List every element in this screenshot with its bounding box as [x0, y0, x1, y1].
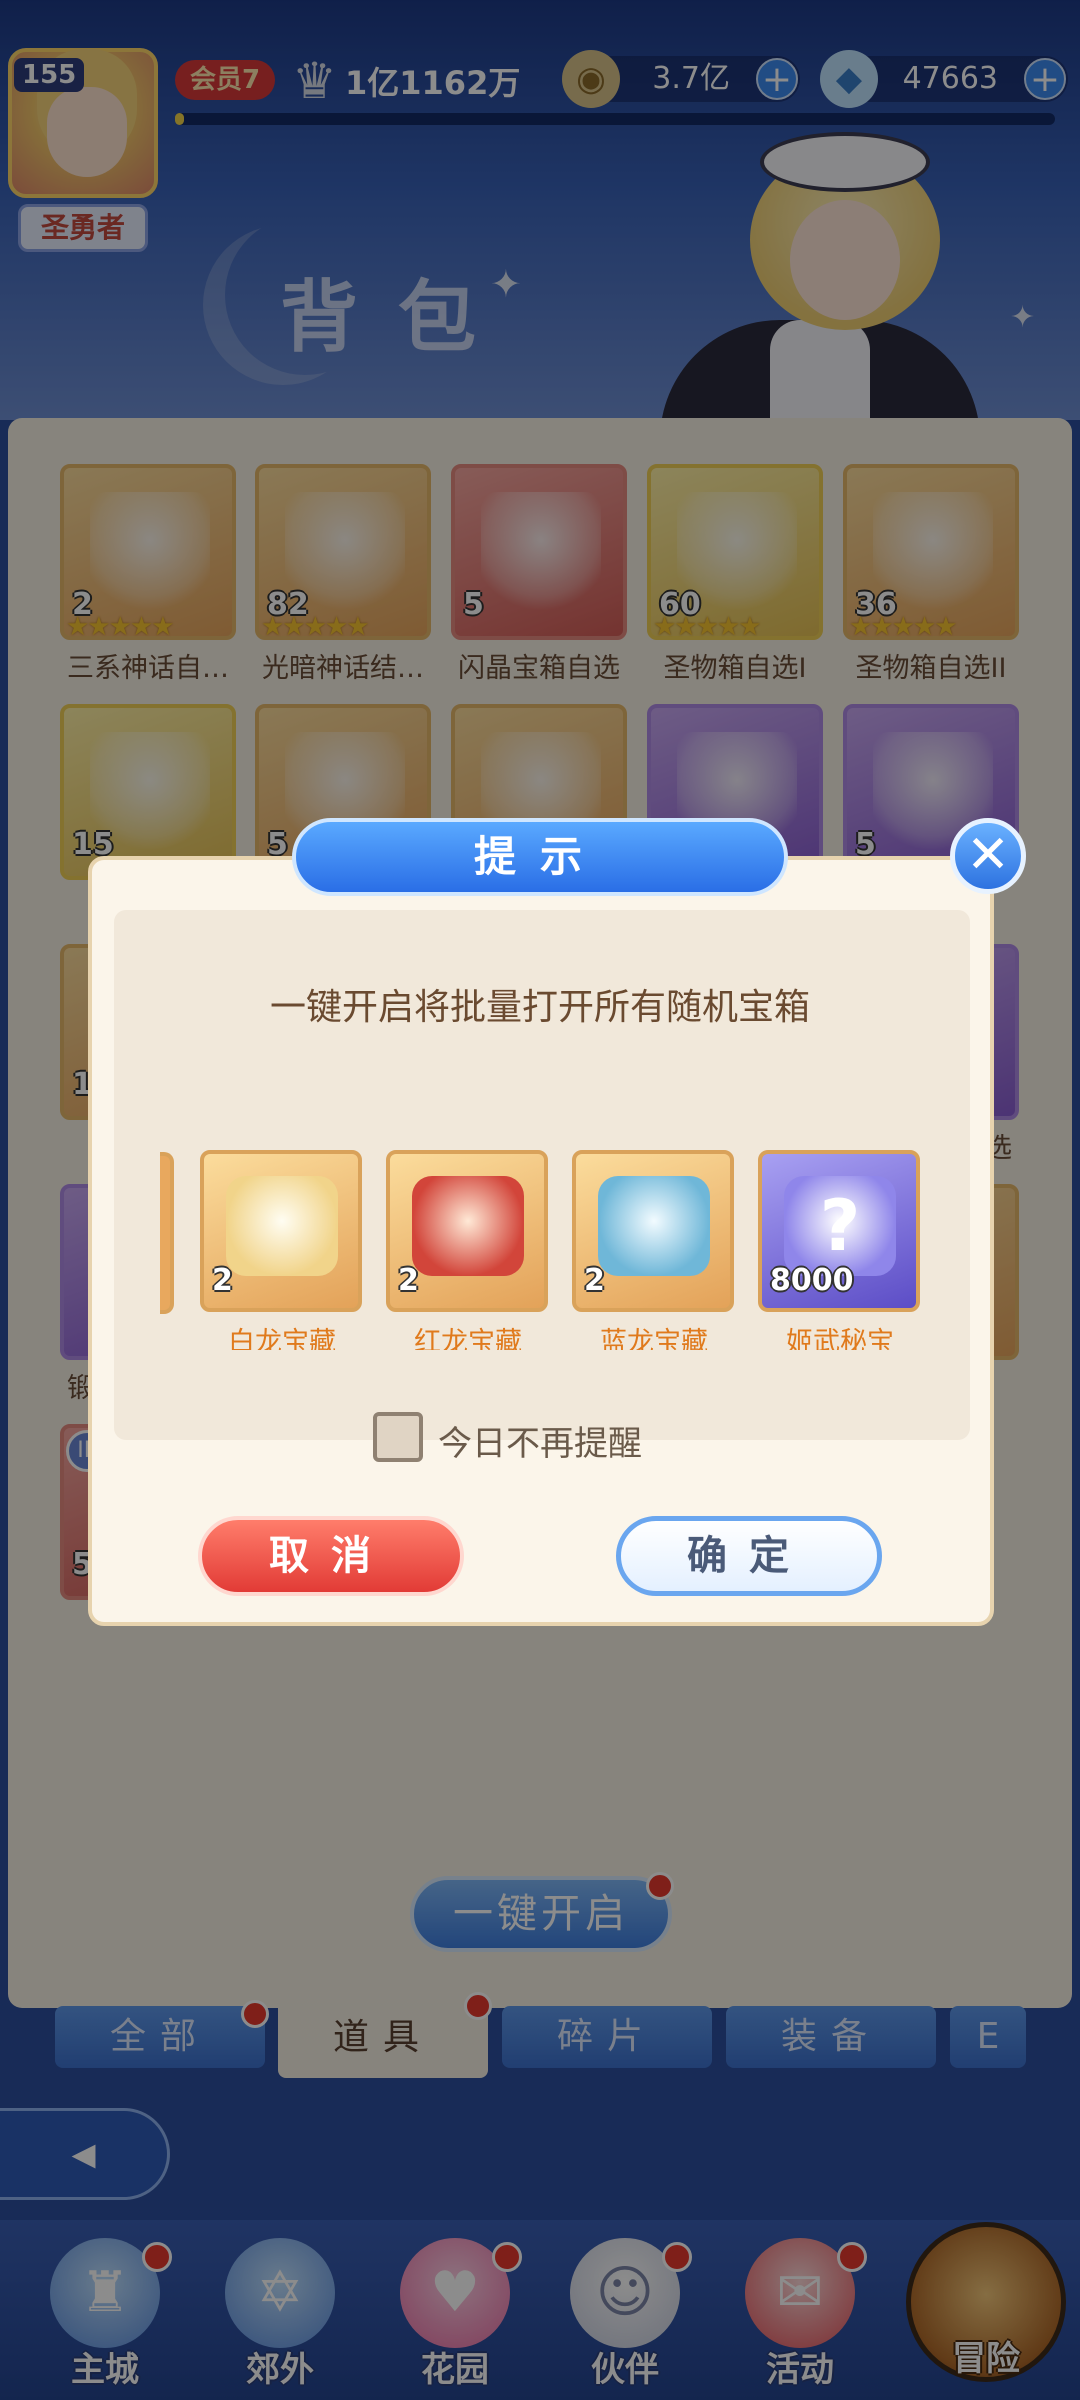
blue-dragon-chest-icon: [598, 1176, 710, 1276]
reward-count: 8000: [770, 1263, 854, 1298]
reward-count: 2: [584, 1263, 605, 1298]
reward-item[interactable]: 2 白龙宝藏: [200, 1150, 364, 1350]
dialog-title: 提示: [292, 818, 788, 896]
confirm-button[interactable]: 确定: [616, 1516, 882, 1596]
reward-item[interactable]: 2 红龙宝藏: [386, 1150, 550, 1350]
reward-name: 白龙宝藏: [228, 1327, 336, 1350]
mystery-question-icon: ?: [784, 1176, 896, 1276]
reward-icon-box: 2: [200, 1150, 362, 1312]
dont-remind-checkbox[interactable]: [373, 1412, 423, 1462]
reward-name: 红龙宝藏: [414, 1327, 522, 1350]
reward-name: 姬武秘宝: [786, 1327, 894, 1350]
reward-item[interactable]: ? 8000 姬武秘宝: [758, 1150, 922, 1350]
dialog-message: 一键开启将批量打开所有随机宝箱: [269, 987, 810, 1028]
dont-remind-label[interactable]: 今日不再提醒: [438, 1416, 642, 1465]
reward-icon-box: ? 8000: [758, 1150, 920, 1312]
close-button[interactable]: ✕: [950, 818, 1026, 894]
reward-item[interactable]: 2 蓝龙宝藏: [572, 1150, 736, 1350]
reward-list[interactable]: 2 白龙宝藏 2 红龙宝藏 2 蓝龙宝藏 ? 8000 姬武秘宝: [160, 1150, 940, 1350]
reward-icon-box: 2: [572, 1150, 734, 1312]
reward-name: 蓝龙宝藏: [600, 1327, 708, 1350]
reward-icon-box: 2: [386, 1150, 548, 1312]
white-dragon-chest-icon: [226, 1176, 338, 1276]
red-dragon-chest-icon: [412, 1176, 524, 1276]
cancel-button[interactable]: 取消: [198, 1516, 464, 1596]
reward-count: 2: [398, 1263, 419, 1298]
close-icon: ✕: [966, 825, 1010, 885]
reward-count: 2: [212, 1263, 233, 1298]
